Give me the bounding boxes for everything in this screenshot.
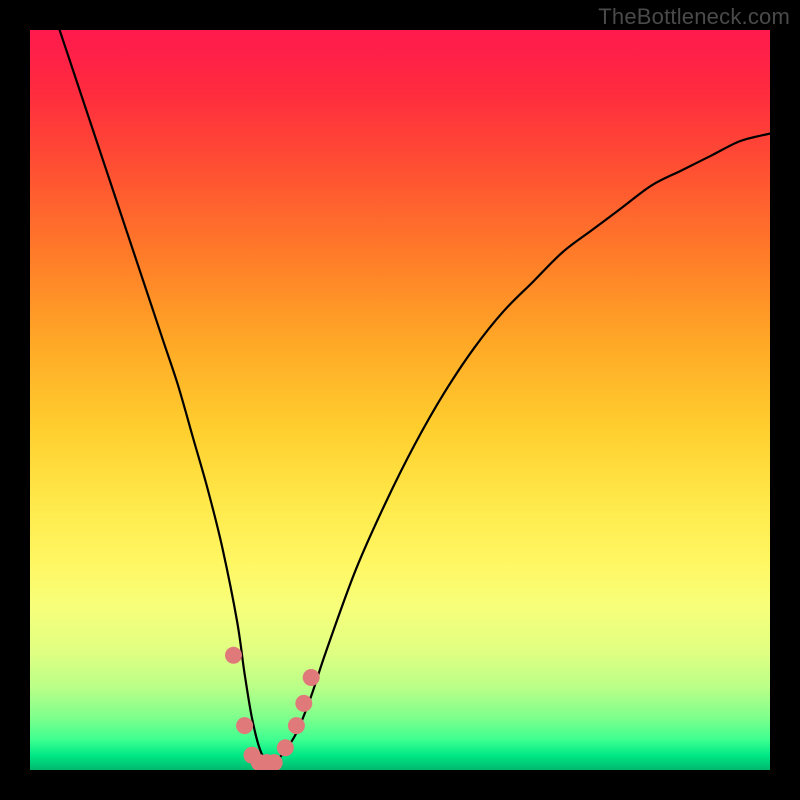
- chart-frame: TheBottleneck.com: [0, 0, 800, 800]
- bottleneck-curve-path: [60, 30, 770, 764]
- watermark-text: TheBottleneck.com: [598, 4, 790, 30]
- highlight-dot: [236, 717, 253, 734]
- highlight-dot: [225, 647, 242, 664]
- highlight-dot: [277, 739, 294, 756]
- highlight-dot: [288, 717, 305, 734]
- highlight-dots-group: [225, 647, 320, 770]
- highlight-dot: [295, 695, 312, 712]
- curve-layer: [30, 30, 770, 770]
- plot-area: [30, 30, 770, 770]
- highlight-dot: [303, 669, 320, 686]
